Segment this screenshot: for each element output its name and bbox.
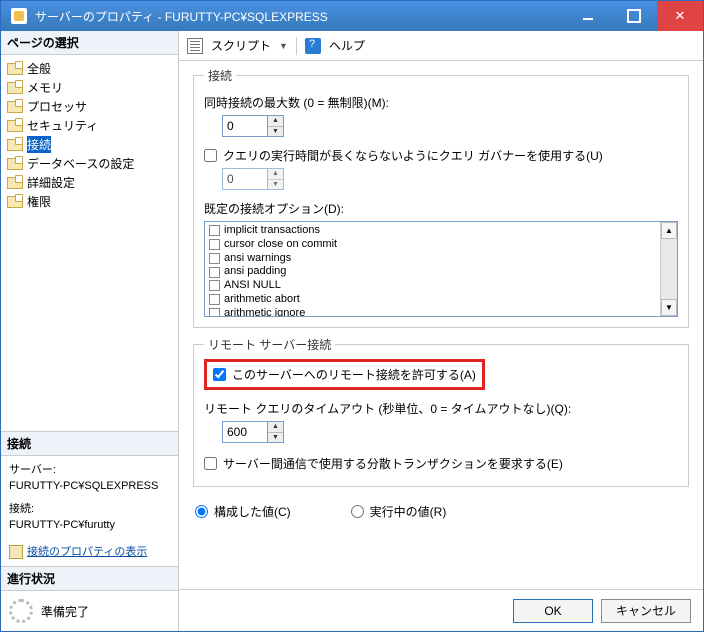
connection-label: 接続: — [9, 501, 170, 518]
page-icon — [7, 63, 23, 75]
view-connection-props-link[interactable]: 接続のプロパティの表示 — [9, 544, 170, 561]
toolbar-separator — [296, 37, 297, 55]
button-bar: OK キャンセル — [179, 589, 703, 631]
option-item[interactable]: ansi warnings — [209, 252, 656, 266]
page-icon — [7, 120, 23, 132]
ok-button[interactable]: OK — [513, 599, 593, 623]
help-icon — [305, 38, 321, 54]
option-item[interactable]: cursor close on commit — [209, 238, 656, 252]
page-connections[interactable]: 接続 — [3, 135, 176, 154]
window-title: サーバーのプロパティ - FURUTTY-PC¥SQLEXPRESS — [35, 8, 565, 25]
governor-cost-input[interactable]: ▲▼ — [222, 168, 284, 190]
progress-header: 進行状況 — [1, 566, 178, 591]
max-connections-input[interactable]: ▲▼ — [222, 115, 284, 137]
running-values-radio[interactable]: 実行中の値(R) — [351, 503, 447, 520]
maximize-button[interactable] — [611, 1, 657, 31]
cancel-button[interactable]: キャンセル — [601, 599, 691, 623]
default-options-list[interactable]: implicit transactions cursor close on co… — [204, 221, 678, 317]
page-icon — [7, 139, 23, 151]
connection-value: FURUTTY-PC¥furutty — [9, 517, 170, 534]
require-dtc-checkbox[interactable] — [204, 457, 217, 470]
page-permissions[interactable]: 権限 — [3, 192, 176, 211]
pages-header: ページの選択 — [1, 31, 178, 55]
script-icon — [187, 38, 203, 54]
options-scrollbar[interactable]: ▲ ▼ — [660, 222, 677, 316]
spin-up-icon[interactable]: ▲ — [268, 422, 283, 433]
connections-group: 接続 同時接続の最大数 (0 = 無制限)(M): ▲▼ クエリの実行時間が長く… — [193, 67, 689, 328]
remote-timeout-label: リモート クエリのタイムアウト (秒単位、0 = タイムアウトなし)(Q): — [204, 400, 678, 417]
progress-status: 準備完了 — [41, 603, 89, 620]
remote-connections-group: リモート サーバー接続 このサーバーへのリモート接続を許可する(A) リモート … — [193, 336, 689, 487]
checkbox-icon[interactable] — [209, 280, 220, 291]
allow-remote-highlight: このサーバーへのリモート接続を許可する(A) — [204, 359, 485, 390]
page-icon — [7, 101, 23, 113]
spin-up-icon[interactable]: ▲ — [268, 116, 283, 127]
query-governor-label: クエリの実行時間が長くならないようにクエリ ガバナーを使用する(U) — [223, 147, 603, 164]
configured-values-radio[interactable]: 構成した値(C) — [195, 503, 291, 520]
max-connections-label: 同時接続の最大数 (0 = 無制限)(M): — [204, 94, 678, 111]
require-dtc-label: サーバー間通信で使用する分散トランザクションを要求する(E) — [223, 455, 563, 472]
allow-remote-checkbox[interactable] — [213, 368, 226, 381]
server-value: FURUTTY-PC¥SQLEXPRESS — [9, 478, 170, 495]
allow-remote-label: このサーバーへのリモート接続を許可する(A) — [232, 366, 476, 383]
page-advanced[interactable]: 詳細設定 — [3, 173, 176, 192]
default-options-label: 既定の接続オプション(D): — [204, 200, 678, 217]
page-icon — [7, 196, 23, 208]
page-icon — [7, 177, 23, 189]
checkbox-icon[interactable] — [209, 294, 220, 305]
server-properties-window: サーバーのプロパティ - FURUTTY-PC¥SQLEXPRESS ページの選… — [0, 0, 704, 632]
max-connections-field[interactable] — [223, 116, 267, 136]
page-security[interactable]: セキュリティ — [3, 116, 176, 135]
checkbox-icon[interactable] — [209, 308, 220, 316]
scroll-down-icon[interactable]: ▼ — [661, 299, 677, 316]
progress-spinner-icon — [9, 599, 33, 623]
connection-header: 接続 — [1, 431, 178, 456]
sidebar: ページの選択 全般 メモリ プロセッサ セキュリティ 接続 データベースの設定 … — [1, 31, 179, 631]
main-panel: スクリプト ▼ ヘルプ 接続 同時接続の最大数 (0 = 無制限)(M): ▲▼ — [179, 31, 703, 631]
spin-down-icon[interactable]: ▼ — [268, 127, 283, 137]
page-icon — [7, 158, 23, 170]
page-processor[interactable]: プロセッサ — [3, 97, 176, 116]
connections-legend: 接続 — [204, 67, 236, 84]
page-tree: 全般 メモリ プロセッサ セキュリティ 接続 データベースの設定 詳細設定 権限 — [1, 55, 178, 215]
script-button[interactable]: スクリプト — [211, 37, 271, 54]
close-button[interactable] — [657, 1, 703, 31]
checkbox-icon[interactable] — [209, 225, 220, 236]
minimize-button[interactable] — [565, 1, 611, 31]
page-database-settings[interactable]: データベースの設定 — [3, 154, 176, 173]
scroll-up-icon[interactable]: ▲ — [661, 222, 677, 239]
page-general[interactable]: 全般 — [3, 59, 176, 78]
page-icon — [7, 82, 23, 94]
app-icon — [11, 8, 27, 24]
option-item[interactable]: ANSI NULL — [209, 279, 656, 293]
checkbox-icon[interactable] — [209, 239, 220, 250]
option-item[interactable]: arithmetic abort — [209, 293, 656, 307]
toolbar: スクリプト ▼ ヘルプ — [179, 31, 703, 61]
option-item[interactable]: arithmetic ignore — [209, 307, 656, 317]
properties-icon — [9, 545, 23, 559]
checkbox-icon[interactable] — [209, 253, 220, 264]
option-item[interactable]: ansi padding — [209, 265, 656, 279]
remote-legend: リモート サーバー接続 — [204, 336, 335, 353]
checkbox-icon[interactable] — [209, 267, 220, 278]
option-item[interactable]: implicit transactions — [209, 224, 656, 238]
value-source-radios: 構成した値(C) 実行中の値(R) — [193, 503, 689, 520]
help-button[interactable]: ヘルプ — [329, 37, 365, 54]
governor-cost-field[interactable] — [223, 169, 267, 189]
server-label: サーバー: — [9, 462, 170, 479]
remote-timeout-input[interactable]: ▲▼ — [222, 421, 284, 443]
query-governor-checkbox[interactable] — [204, 149, 217, 162]
titlebar[interactable]: サーバーのプロパティ - FURUTTY-PC¥SQLEXPRESS — [1, 1, 703, 31]
script-dropdown-icon[interactable]: ▼ — [279, 41, 288, 51]
remote-timeout-field[interactable] — [223, 422, 267, 442]
spin-down-icon[interactable]: ▼ — [268, 433, 283, 443]
spin-down-icon[interactable]: ▼ — [268, 180, 283, 190]
spin-up-icon[interactable]: ▲ — [268, 169, 283, 180]
page-memory[interactable]: メモリ — [3, 78, 176, 97]
